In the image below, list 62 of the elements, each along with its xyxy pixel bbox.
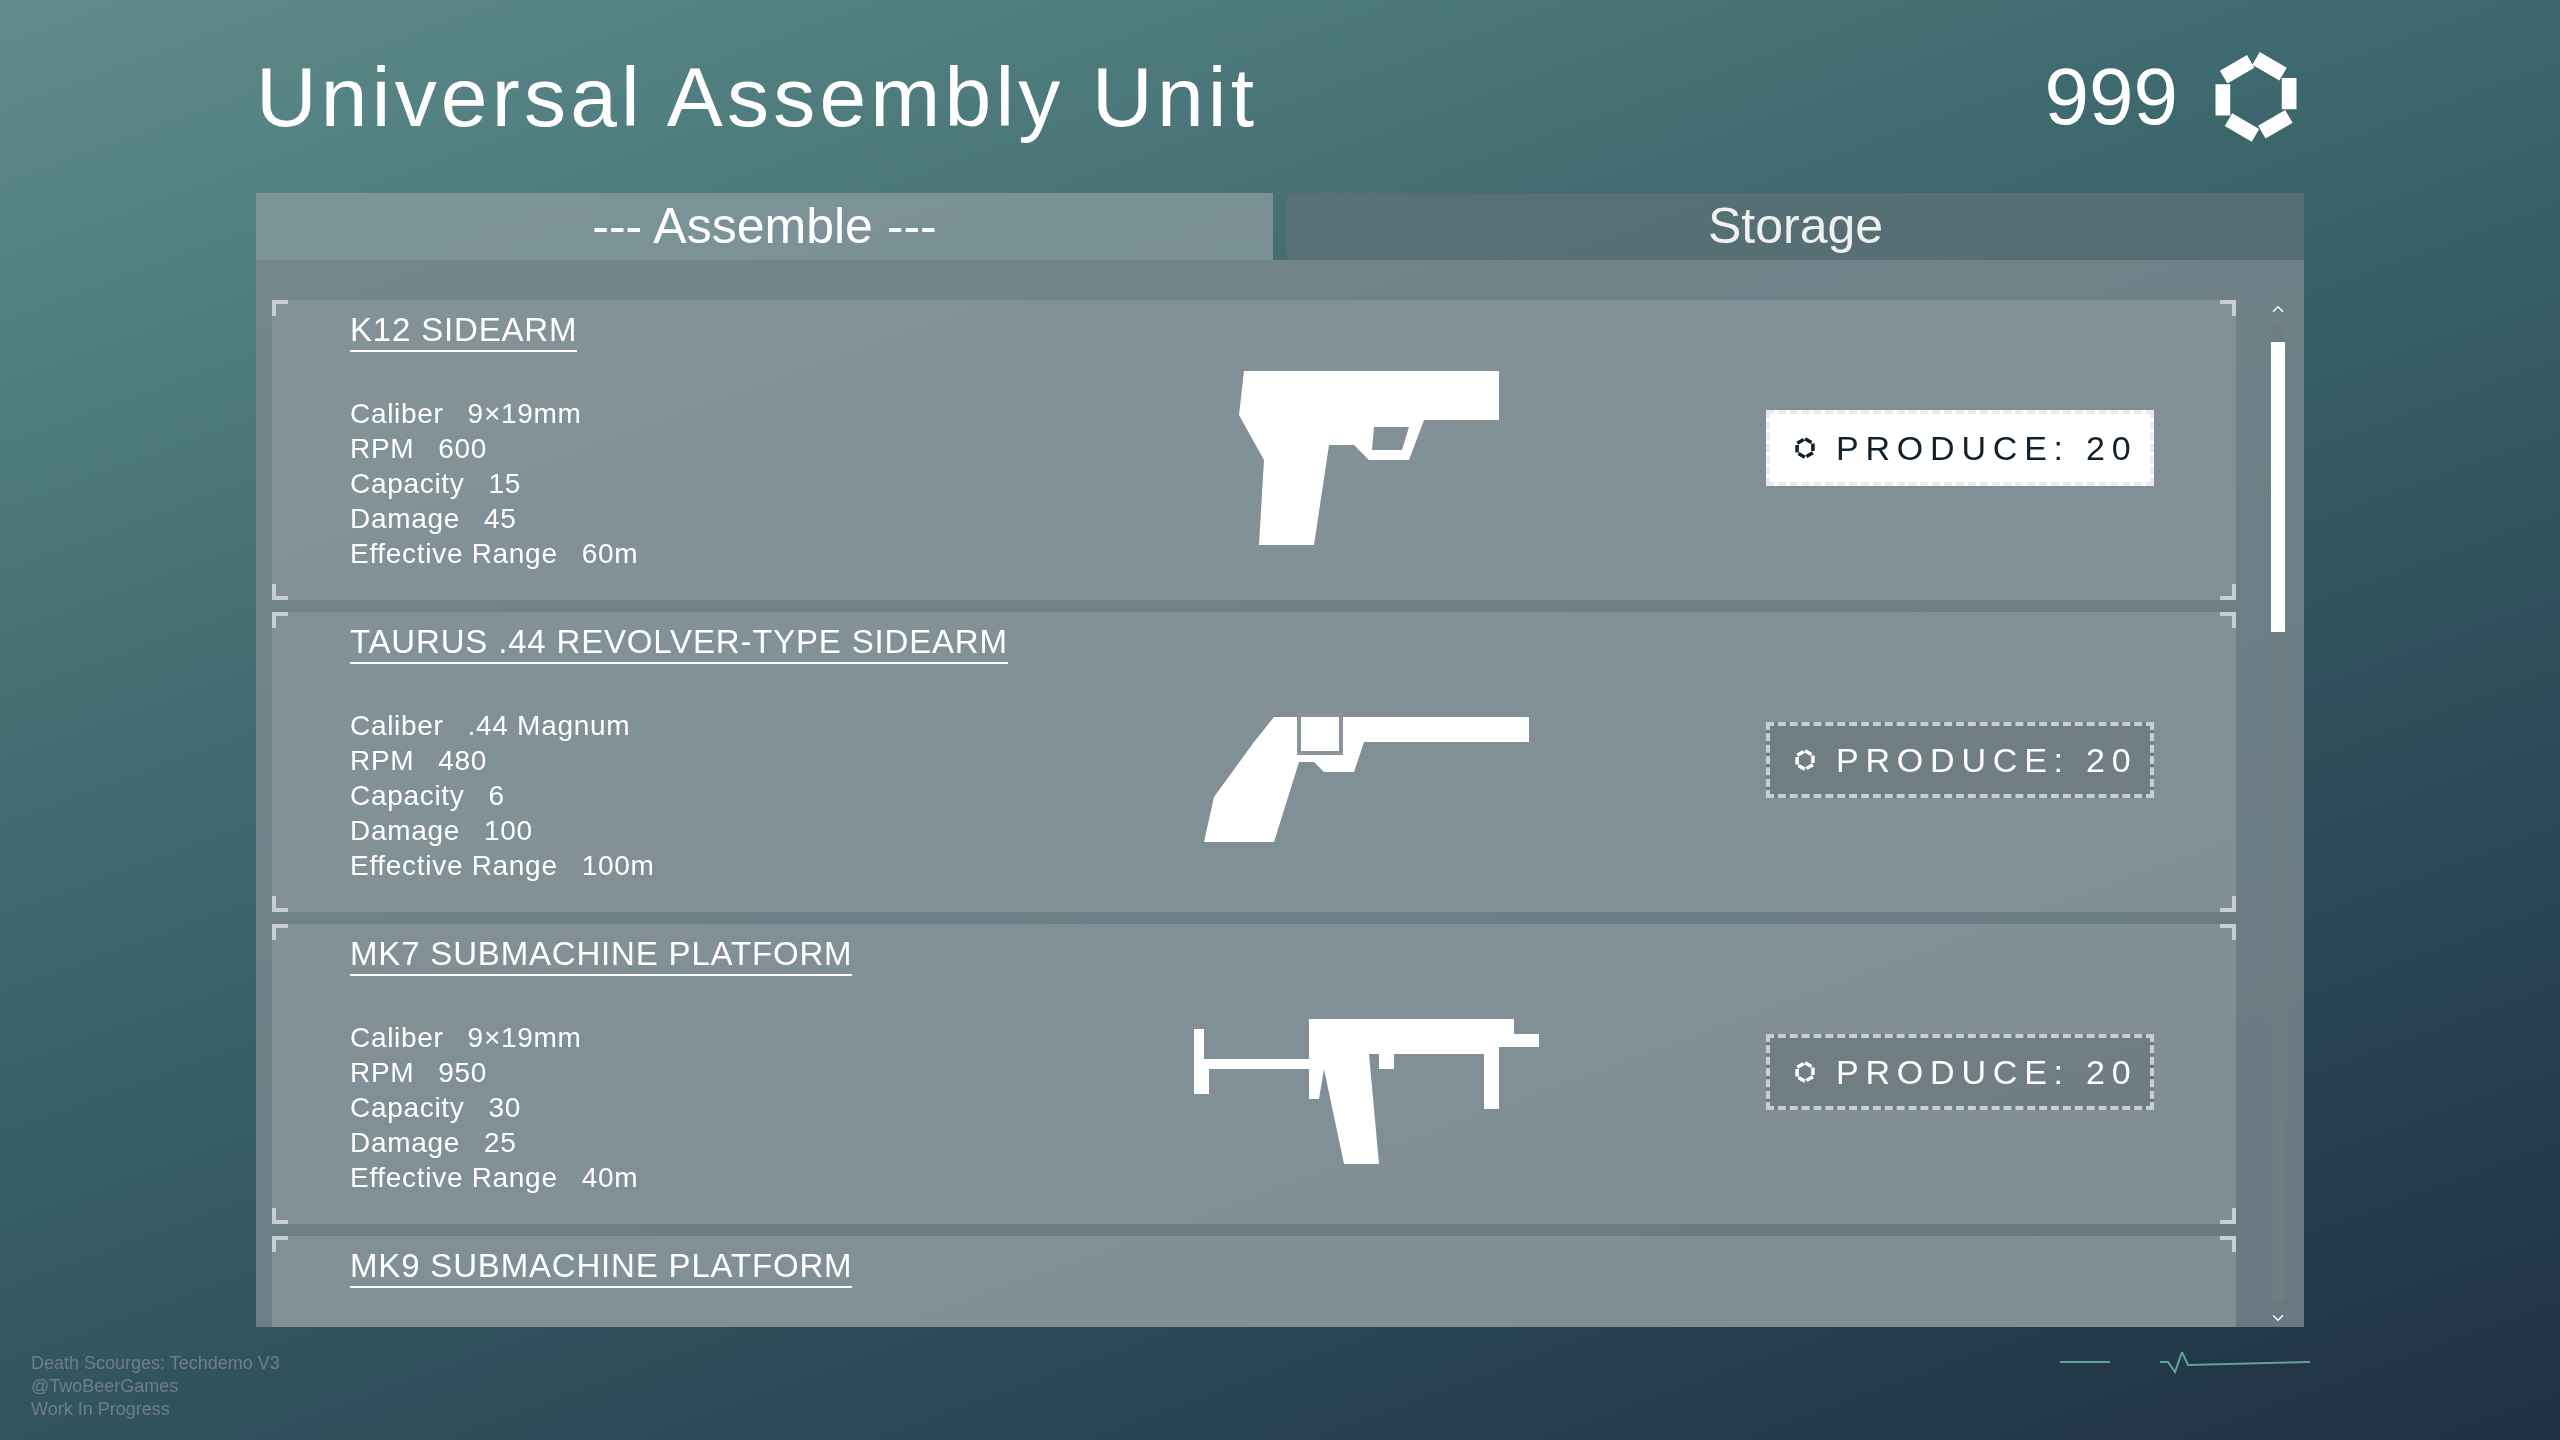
hexagon-icon: [1794, 437, 1816, 459]
stat-label: Damage: [350, 814, 461, 848]
stat-value: 9×19mm: [467, 397, 582, 431]
corner-bracket: [2220, 1208, 2236, 1224]
stat-label: Capacity: [350, 1091, 465, 1125]
stat-value: 45: [484, 502, 517, 536]
stat-value: 950: [438, 1056, 488, 1090]
corner-bracket: [2220, 300, 2236, 316]
stat-value: 100m: [581, 849, 655, 883]
corner-bracket: [272, 924, 288, 940]
weapon-name: TAURUS .44 REVOLVER-TYPE SIDEARM: [350, 622, 1008, 664]
stat-label: Effective Range: [350, 849, 558, 883]
produce-button[interactable]: PRODUCE: 20: [1766, 722, 2154, 798]
produce-button[interactable]: PRODUCE: 20: [1766, 1034, 2154, 1110]
stat-label: Caliber: [350, 1021, 444, 1055]
corner-bracket: [2220, 896, 2236, 912]
stat-label: Caliber: [350, 397, 444, 431]
stat-value: 15: [488, 467, 522, 501]
hexagon-icon: [1794, 1061, 1816, 1083]
stat-label: RPM: [350, 1056, 415, 1090]
corner-bracket: [2220, 1236, 2236, 1252]
weapon-name: MK7 SUBMACHINE PLATFORM: [350, 934, 853, 976]
stat-label: Effective Range: [350, 1161, 558, 1195]
stat-label: RPM: [350, 744, 415, 778]
corner-bracket: [272, 612, 288, 628]
corner-bracket: [2220, 584, 2236, 600]
weapon-name: K12 SIDEARM: [350, 310, 578, 352]
tab[interactable]: Storage: [1287, 193, 2304, 260]
corner-bracket: [272, 300, 288, 316]
corner-bracket: [272, 1236, 288, 1252]
produce-button[interactable]: PRODUCE: 20: [1766, 410, 2154, 486]
stat-label: RPM: [350, 432, 415, 466]
stat-value: 30: [488, 1091, 522, 1125]
stat-label: Effective Range: [350, 537, 558, 571]
stat-label: Capacity: [350, 779, 465, 813]
stat-value: .44 Magnum: [467, 709, 631, 743]
stat-value: 25: [484, 1126, 517, 1160]
stat-label: Capacity: [350, 467, 465, 501]
tab[interactable]: --- Assemble ---: [256, 193, 1273, 260]
stat-value: 60m: [581, 537, 639, 571]
currency-amount: 999: [2044, 50, 2178, 143]
page-title: Universal Assembly Unit: [256, 48, 1259, 146]
stat-value: 600: [438, 432, 488, 466]
footer-text: Work In Progress: [31, 1398, 171, 1421]
stat-label: Damage: [350, 502, 461, 536]
corner-bracket: [2220, 924, 2236, 940]
stat-value: 40m: [581, 1161, 639, 1195]
stat-label: Caliber: [350, 709, 444, 743]
scrollbar-thumb[interactable]: [2271, 342, 2285, 632]
stat-value: 6: [488, 779, 505, 813]
stat-value: 480: [438, 744, 488, 778]
weapon-name: MK9 SUBMACHINE PLATFORM: [350, 1246, 853, 1288]
stat-value: 9×19mm: [467, 1021, 582, 1055]
corner-bracket: [2220, 612, 2236, 628]
stat-value: 100: [484, 814, 533, 848]
hexagon-icon: [1794, 749, 1816, 771]
footer-text: Death Scourges: Techdemo V3: [31, 1352, 280, 1375]
corner-bracket: [272, 896, 288, 912]
corner-bracket: [272, 584, 288, 600]
footer-text: @TwoBeerGames: [31, 1375, 180, 1398]
corner-bracket: [272, 1208, 288, 1224]
stat-label: Damage: [350, 1126, 461, 1160]
